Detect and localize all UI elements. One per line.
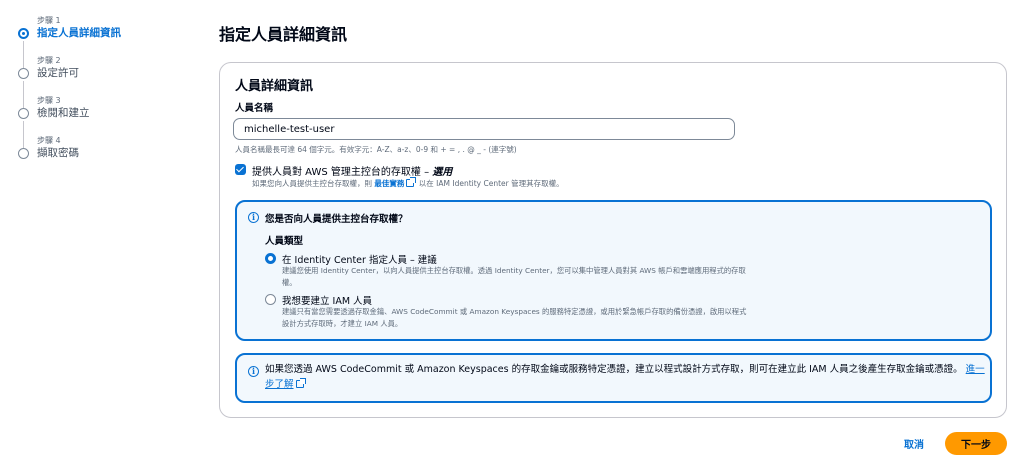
iam-user-option-description: 建議只有當您需要透過存取金鑰、AWS CodeCommit 或 Amazon K…	[282, 307, 747, 328]
optional-tag: 選用	[432, 167, 453, 178]
step-label: 指定人員詳細資訊	[37, 27, 121, 39]
alert-title: 您是否向人員提供主控台存取權？	[265, 214, 408, 225]
iam-user-radio[interactable]	[265, 294, 276, 305]
step-number: 步驟 3	[37, 96, 61, 105]
external-link-icon	[295, 377, 306, 388]
console-access-info-alert: i 您是否向人員提供主控台存取權？ 人員類型 在 Identity Center…	[235, 200, 992, 341]
user-name-constraint: 人員名稱最長可達 64 個字元。有效字元：A-Z、a-z、0-9 和 + = ,…	[235, 145, 517, 154]
step-current-indicator	[18, 28, 29, 39]
programmatic-access-text: 如果您透過 AWS CodeCommit 或 Amazon Keyspaces …	[265, 363, 985, 392]
cancel-button[interactable]: 取消	[896, 432, 932, 454]
step-number: 步驟 4	[37, 136, 61, 145]
step-label: 檢閱和建立	[37, 107, 90, 119]
console-access-description: 如果您向人員提供主控台存取權，則 最佳實務 以在 IAM Identity Ce…	[252, 177, 564, 189]
console-access-label-text: 提供人員對 AWS 管理主控台的存取權 –	[252, 167, 433, 178]
section-title: 人員詳細資訊	[235, 79, 314, 94]
external-link-icon	[406, 177, 417, 187]
step-2[interactable]: 步驟 2 設定許可	[18, 54, 198, 108]
iam-user-option-label[interactable]: 我想要建立 IAM 人員	[282, 293, 372, 307]
identity-center-option-label[interactable]: 在 Identity Center 指定人員 – 建議	[282, 252, 437, 266]
info-icon: i	[248, 212, 259, 223]
step-indicator	[18, 68, 29, 79]
programmatic-access-info-alert: i 如果您透過 AWS CodeCommit 或 Amazon Keyspace…	[235, 353, 992, 403]
step-label: 擷取密碼	[37, 147, 79, 159]
user-details-container: 人員詳細資訊 人員名稱 人員名稱最長可達 64 個字元。有效字元：A-Z、a-z…	[219, 62, 1007, 418]
step-label: 設定許可	[37, 67, 79, 79]
console-access-label[interactable]: 提供人員對 AWS 管理主控台的存取權 – 選用	[252, 163, 452, 178]
step-indicator	[18, 108, 29, 119]
programmatic-access-message: 如果您透過 AWS CodeCommit 或 Amazon Keyspaces …	[265, 364, 963, 375]
page-title: 指定人員詳細資訊	[219, 25, 348, 44]
step-3[interactable]: 步驟 3 檢閱和建立	[18, 94, 198, 148]
console-access-desc-before: 如果您向人員提供主控台存取權，則	[252, 179, 375, 188]
user-name-input[interactable]	[233, 118, 735, 140]
next-button[interactable]: 下一步	[945, 432, 1007, 455]
info-icon: i	[248, 366, 259, 377]
step-4[interactable]: 步驟 4 擷取密碼	[18, 134, 198, 174]
step-number: 步驟 1	[37, 16, 61, 25]
step-1[interactable]: 步驟 1 指定人員詳細資訊	[18, 14, 198, 68]
identity-center-radio[interactable]	[265, 253, 276, 264]
step-number: 步驟 2	[37, 56, 61, 65]
best-practices-link[interactable]: 最佳實務	[374, 179, 404, 188]
wizard-steps: 步驟 1 指定人員詳細資訊 步驟 2 設定許可 步驟 3 檢閱和建立 步驟 4 …	[18, 14, 198, 174]
console-access-checkbox[interactable]	[235, 164, 246, 175]
console-access-desc-after: 以在 IAM Identity Center 管理其存取權。	[416, 179, 564, 188]
step-indicator	[18, 148, 29, 159]
identity-center-option-description: 建議您使用 Identity Center，以向人員提供主控台存取權。透過 Id…	[282, 266, 746, 287]
user-type-label: 人員類型	[265, 236, 304, 247]
user-name-label: 人員名稱	[235, 103, 274, 114]
